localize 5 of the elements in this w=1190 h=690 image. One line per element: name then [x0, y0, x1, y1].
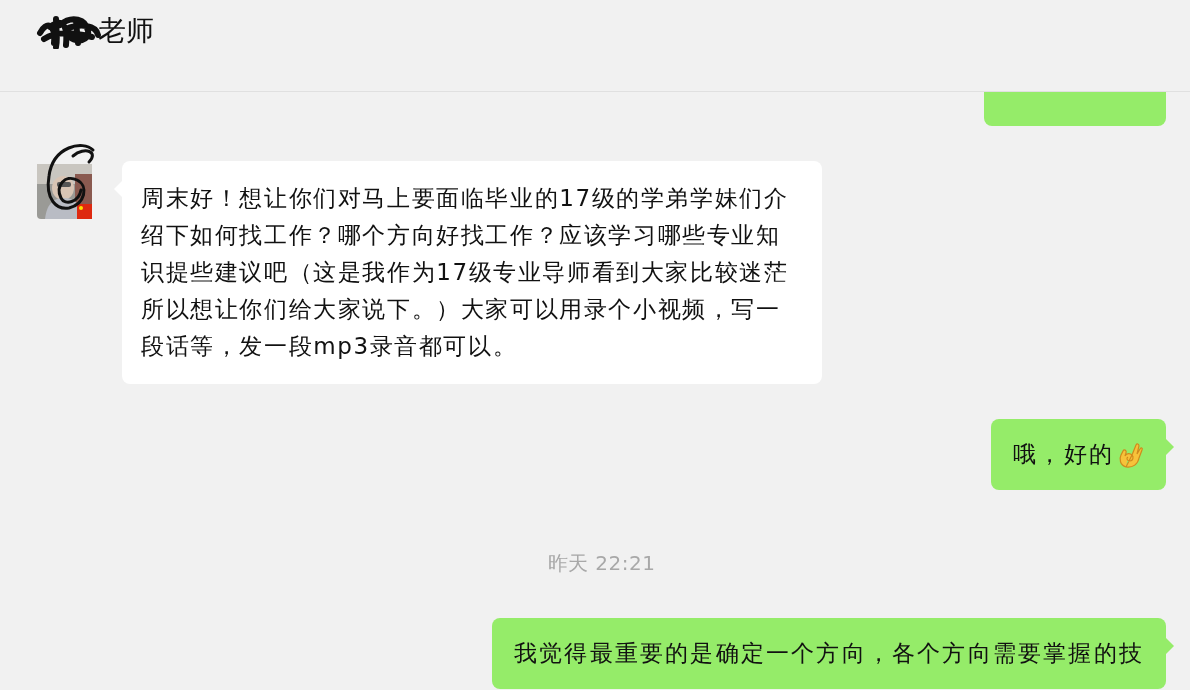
contact-name: 老师 [98, 12, 154, 49]
message-text: 我觉得最重要的是确定一个方向，各个方向需要掌握的技 [514, 639, 1144, 668]
message-text: 周末好！想让你们对马上要面临毕业的17级的学弟学妹们介绍下如何找工作？哪个方向好找工作？应该学习哪些专业知识提些建议吧（这是我作为17级专业导师看到大家比较迷茫所以想让你们给大家说下。）大家可以用录个小视频，写一段话等，发一段mp3录音都可以。 [141, 185, 789, 359]
timestamp: 昨天 22:21 [547, 550, 656, 577]
message-text: 哦，好的 [1013, 440, 1114, 469]
